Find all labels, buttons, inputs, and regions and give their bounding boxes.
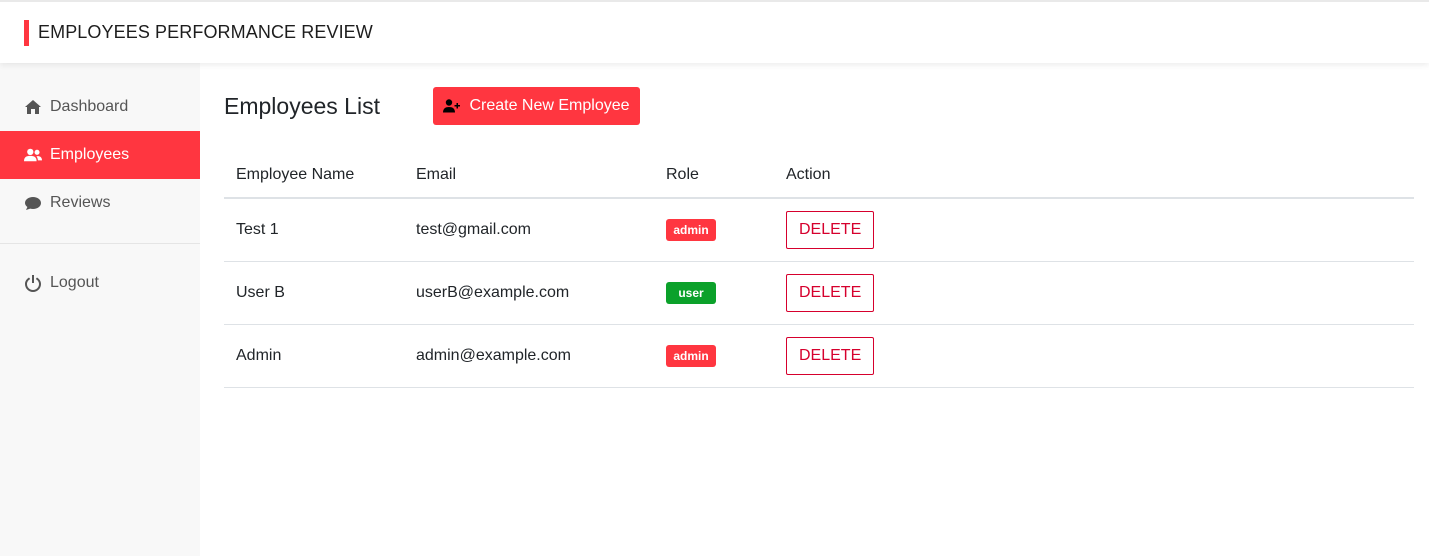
employees-table: Employee Name Email Role Action Test 1 t… xyxy=(224,153,1414,388)
delete-button[interactable]: DELETE xyxy=(786,210,875,249)
employee-name: Test 1 xyxy=(224,198,404,262)
home-icon xyxy=(24,98,42,116)
sidebar-item-label: Employees xyxy=(50,146,130,163)
brand-accent-bar xyxy=(24,20,29,46)
sidebar-divider xyxy=(0,243,200,244)
action-cell: DELETE xyxy=(774,261,1414,325)
delete-button[interactable]: DELETE xyxy=(786,336,875,375)
employee-name: Admin xyxy=(224,324,404,388)
table-row: User B userB@example.com user DELETE xyxy=(224,261,1414,325)
role-badge: admin xyxy=(666,218,716,241)
create-employee-button[interactable]: Create New Employee xyxy=(433,87,640,125)
top-bar: EMPLOYEES PERFORMANCE REVIEW xyxy=(0,0,1429,63)
sidebar-item-logout[interactable]: Logout xyxy=(0,259,200,307)
role-cell: admin xyxy=(654,324,774,388)
table-header-row: Employee Name Email Role Action xyxy=(224,153,1414,199)
sidebar-item-employees[interactable]: Employees xyxy=(0,131,200,179)
power-icon xyxy=(24,274,42,292)
add-user-icon xyxy=(443,99,461,113)
users-icon xyxy=(24,146,42,164)
comment-icon xyxy=(24,194,42,212)
column-header-role: Role xyxy=(654,153,774,199)
employee-email: test@gmail.com xyxy=(404,198,654,262)
column-header-action: Action xyxy=(774,153,1414,199)
employee-name: User B xyxy=(224,261,404,325)
delete-button[interactable]: DELETE xyxy=(786,273,875,312)
role-badge: user xyxy=(666,281,716,304)
column-header-email: Email xyxy=(404,153,654,199)
sidebar-item-label: Reviews xyxy=(50,194,111,211)
create-employee-label: Create New Employee xyxy=(469,97,630,114)
sidebar-item-label: Logout xyxy=(50,274,99,291)
sidebar-item-reviews[interactable]: Reviews xyxy=(0,179,200,227)
role-badge: admin xyxy=(666,344,716,367)
sidebar-item-dashboard[interactable]: Dashboard xyxy=(0,83,200,131)
app-title: EMPLOYEES PERFORMANCE REVIEW xyxy=(38,22,373,42)
employee-email: userB@example.com xyxy=(404,261,654,325)
employee-email: admin@example.com xyxy=(404,324,654,388)
role-cell: admin xyxy=(654,198,774,262)
table-row: Admin admin@example.com admin DELETE xyxy=(224,324,1414,388)
action-cell: DELETE xyxy=(774,324,1414,388)
page-title: Employees List xyxy=(224,93,380,119)
sidebar-item-label: Dashboard xyxy=(50,98,129,115)
column-header-name: Employee Name xyxy=(224,153,404,199)
sidebar: Dashboard Employees Reviews Logout xyxy=(0,63,200,556)
action-cell: DELETE xyxy=(774,198,1414,262)
table-row: Test 1 test@gmail.com admin DELETE xyxy=(224,198,1414,262)
role-cell: user xyxy=(654,261,774,325)
